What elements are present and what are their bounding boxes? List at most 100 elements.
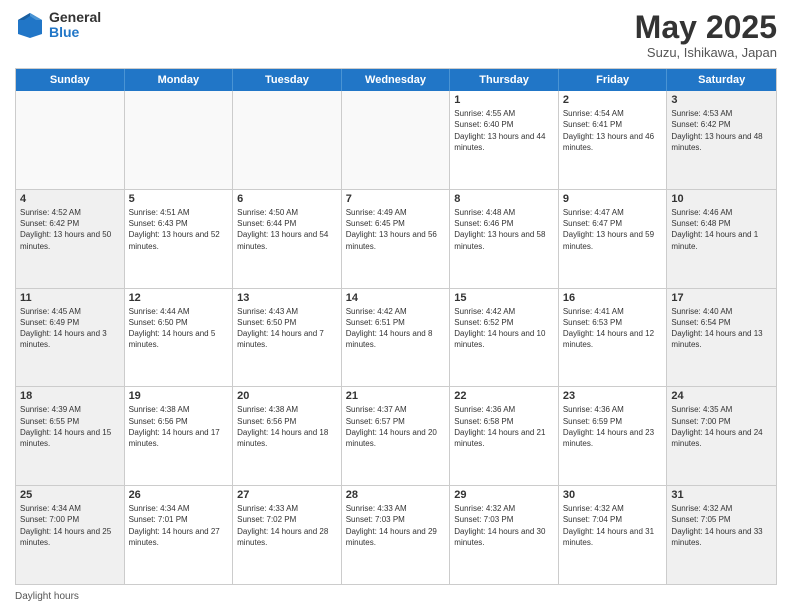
calendar-cell: 29 Sunrise: 4:32 AM Sunset: 7:03 PM Dayli…: [450, 486, 559, 584]
day-number: 24: [671, 390, 772, 402]
calendar-cell: 14Sunrise: 4:42 AM Sunset: 6:51 PM Dayli…: [342, 289, 451, 387]
weekday-header-friday: Friday: [559, 69, 668, 91]
day-number: 18: [20, 390, 120, 402]
logo-general: General: [49, 10, 101, 25]
cell-details: Sunrise: 4:34 AM Sunset: 7:00 PM Dayligh…: [20, 503, 120, 548]
calendar-cell: 27Sunrise: 4:33 AM Sunset: 7:02 PM Dayli…: [233, 486, 342, 584]
day-number: 16: [563, 292, 663, 304]
calendar-cell: 25 Sunrise: 4:34 AM Sunset: 7:00 PM Dayli…: [16, 486, 125, 584]
calendar-cell: 18 Sunrise: 4:39 AM Sunset: 6:55 PM Dayli…: [16, 387, 125, 485]
day-number: 2: [563, 94, 663, 106]
cell-details: Sunrise: 4:47 AM Sunset: 6:47 PM Dayligh…: [563, 207, 663, 252]
cell-details: Sunrise: 4:38 AM Sunset: 6:56 PM Dayligh…: [237, 404, 337, 449]
day-number: 3: [671, 94, 772, 106]
calendar-cell: [233, 91, 342, 189]
calendar-cell: 24 Sunrise: 4:35 AM Sunset: 7:00 PM Dayli…: [667, 387, 776, 485]
calendar-cell: 26Sunrise: 4:34 AM Sunset: 7:01 PM Dayli…: [125, 486, 234, 584]
calendar-cell: 9 Sunrise: 4:47 AM Sunset: 6:47 PM Daylig…: [559, 190, 668, 288]
cell-details: Sunrise: 4:48 AM Sunset: 6:46 PM Dayligh…: [454, 207, 554, 252]
month-title: May 2025: [635, 10, 777, 45]
calendar-body: 1 Sunrise: 4:55 AM Sunset: 6:40 PM Daylig…: [16, 91, 776, 584]
calendar-cell: 22Sunrise: 4:36 AM Sunset: 6:58 PM Dayli…: [450, 387, 559, 485]
calendar-cell: 7Sunrise: 4:49 AM Sunset: 6:45 PM Daylig…: [342, 190, 451, 288]
day-number: 28: [346, 489, 446, 501]
day-number: 20: [237, 390, 337, 402]
weekday-header-saturday: Saturday: [667, 69, 776, 91]
calendar-cell: 28 Sunrise: 4:33 AM Sunset: 7:03 PM Dayli…: [342, 486, 451, 584]
calendar-cell: 6 Sunrise: 4:50 AM Sunset: 6:44 PM Daylig…: [233, 190, 342, 288]
day-number: 17: [671, 292, 772, 304]
day-number: 8: [454, 193, 554, 205]
header: General Blue May 2025 Suzu, Ishikawa, Ja…: [15, 10, 777, 60]
day-number: 21: [346, 390, 446, 402]
day-number: 13: [237, 292, 337, 304]
location: Suzu, Ishikawa, Japan: [635, 45, 777, 60]
cell-details: Sunrise: 4:43 AM Sunset: 6:50 PM Dayligh…: [237, 306, 337, 351]
day-number: 15: [454, 292, 554, 304]
day-number: 29: [454, 489, 554, 501]
day-number: 11: [20, 292, 120, 304]
day-number: 9: [563, 193, 663, 205]
cell-details: Sunrise: 4:32 AM Sunset: 7:05 PM Dayligh…: [671, 503, 772, 548]
day-number: 5: [129, 193, 229, 205]
calendar-cell: 3Sunrise: 4:53 AM Sunset: 6:42 PM Daylig…: [667, 91, 776, 189]
cell-details: Sunrise: 4:51 AM Sunset: 6:43 PM Dayligh…: [129, 207, 229, 252]
calendar-cell: 10 Sunrise: 4:46 AM Sunset: 6:48 PM Dayli…: [667, 190, 776, 288]
calendar-cell: 15Sunrise: 4:42 AM Sunset: 6:52 PM Dayli…: [450, 289, 559, 387]
calendar-cell: 23 Sunrise: 4:36 AM Sunset: 6:59 PM Dayli…: [559, 387, 668, 485]
cell-details: Sunrise: 4:36 AM Sunset: 6:59 PM Dayligh…: [563, 404, 663, 449]
cell-details: Sunrise: 4:33 AM Sunset: 7:03 PM Dayligh…: [346, 503, 446, 548]
cell-details: Sunrise: 4:55 AM Sunset: 6:40 PM Dayligh…: [454, 108, 554, 153]
calendar-cell: 2 Sunrise: 4:54 AM Sunset: 6:41 PM Daylig…: [559, 91, 668, 189]
calendar-row-5: 25 Sunrise: 4:34 AM Sunset: 7:00 PM Dayli…: [16, 486, 776, 584]
cell-details: Sunrise: 4:50 AM Sunset: 6:44 PM Dayligh…: [237, 207, 337, 252]
weekday-header-monday: Monday: [125, 69, 234, 91]
calendar-cell: 31Sunrise: 4:32 AM Sunset: 7:05 PM Dayli…: [667, 486, 776, 584]
calendar-cell: 4 Sunrise: 4:52 AM Sunset: 6:42 PM Daylig…: [16, 190, 125, 288]
calendar-cell: 17 Sunrise: 4:40 AM Sunset: 6:54 PM Dayli…: [667, 289, 776, 387]
page: General Blue May 2025 Suzu, Ishikawa, Ja…: [0, 0, 792, 612]
calendar-cell: 11 Sunrise: 4:45 AM Sunset: 6:49 PM Dayli…: [16, 289, 125, 387]
calendar-row-3: 11 Sunrise: 4:45 AM Sunset: 6:49 PM Dayli…: [16, 289, 776, 388]
weekday-header-thursday: Thursday: [450, 69, 559, 91]
calendar-row-2: 4 Sunrise: 4:52 AM Sunset: 6:42 PM Daylig…: [16, 190, 776, 289]
cell-details: Sunrise: 4:42 AM Sunset: 6:51 PM Dayligh…: [346, 306, 446, 351]
day-number: 22: [454, 390, 554, 402]
cell-details: Sunrise: 4:39 AM Sunset: 6:55 PM Dayligh…: [20, 404, 120, 449]
weekday-header-sunday: Sunday: [16, 69, 125, 91]
cell-details: Sunrise: 4:35 AM Sunset: 7:00 PM Dayligh…: [671, 404, 772, 449]
day-number: 23: [563, 390, 663, 402]
calendar-cell: [16, 91, 125, 189]
day-number: 19: [129, 390, 229, 402]
calendar-cell: 8 Sunrise: 4:48 AM Sunset: 6:46 PM Daylig…: [450, 190, 559, 288]
calendar-row-4: 18 Sunrise: 4:39 AM Sunset: 6:55 PM Dayli…: [16, 387, 776, 486]
cell-details: Sunrise: 4:54 AM Sunset: 6:41 PM Dayligh…: [563, 108, 663, 153]
day-number: 1: [454, 94, 554, 106]
calendar-cell: [342, 91, 451, 189]
calendar-cell: 1 Sunrise: 4:55 AM Sunset: 6:40 PM Daylig…: [450, 91, 559, 189]
day-number: 25: [20, 489, 120, 501]
logo-icon: [15, 10, 45, 40]
calendar-cell: 16 Sunrise: 4:41 AM Sunset: 6:53 PM Dayli…: [559, 289, 668, 387]
day-number: 7: [346, 193, 446, 205]
calendar-cell: 20 Sunrise: 4:38 AM Sunset: 6:56 PM Dayli…: [233, 387, 342, 485]
cell-details: Sunrise: 4:37 AM Sunset: 6:57 PM Dayligh…: [346, 404, 446, 449]
footer: Daylight hours: [15, 591, 777, 602]
cell-details: Sunrise: 4:40 AM Sunset: 6:54 PM Dayligh…: [671, 306, 772, 351]
day-number: 27: [237, 489, 337, 501]
cell-details: Sunrise: 4:38 AM Sunset: 6:56 PM Dayligh…: [129, 404, 229, 449]
weekday-header-wednesday: Wednesday: [342, 69, 451, 91]
cell-details: Sunrise: 4:45 AM Sunset: 6:49 PM Dayligh…: [20, 306, 120, 351]
calendar-header: SundayMondayTuesdayWednesdayThursdayFrid…: [16, 69, 776, 91]
cell-details: Sunrise: 4:44 AM Sunset: 6:50 PM Dayligh…: [129, 306, 229, 351]
day-number: 4: [20, 193, 120, 205]
day-number: 30: [563, 489, 663, 501]
calendar: SundayMondayTuesdayWednesdayThursdayFrid…: [15, 68, 777, 585]
day-number: 10: [671, 193, 772, 205]
cell-details: Sunrise: 4:52 AM Sunset: 6:42 PM Dayligh…: [20, 207, 120, 252]
cell-details: Sunrise: 4:46 AM Sunset: 6:48 PM Dayligh…: [671, 207, 772, 252]
weekday-header-tuesday: Tuesday: [233, 69, 342, 91]
cell-details: Sunrise: 4:41 AM Sunset: 6:53 PM Dayligh…: [563, 306, 663, 351]
cell-details: Sunrise: 4:32 AM Sunset: 7:03 PM Dayligh…: [454, 503, 554, 548]
day-number: 6: [237, 193, 337, 205]
